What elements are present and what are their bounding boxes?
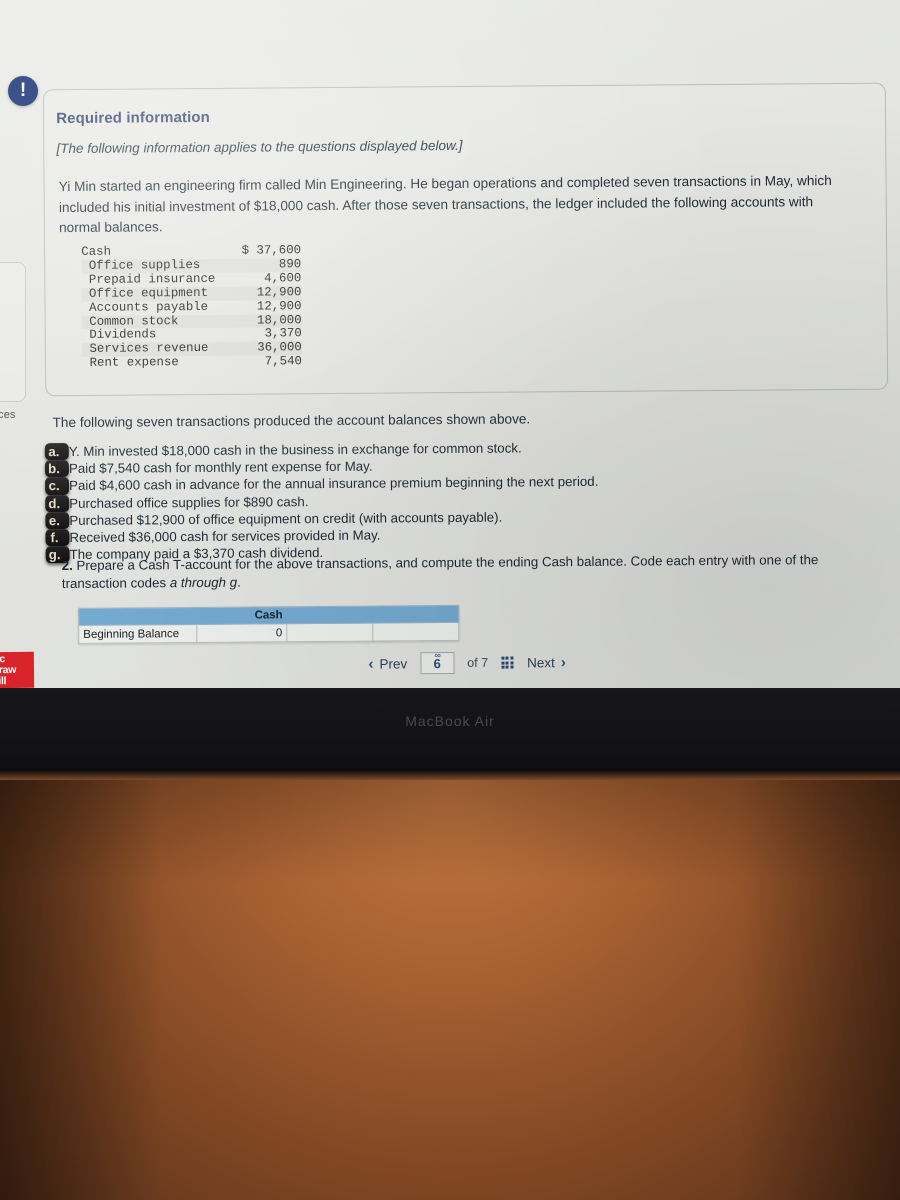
transaction-code: b. (44, 460, 70, 478)
table-row[interactable]: Beginning Balance 0 (78, 622, 459, 644)
cash-row-label[interactable]: Beginning Balance (78, 624, 197, 644)
prev-page-button[interactable]: ‹ Prev (368, 655, 407, 672)
required-info-subtitle: [The following information applies to th… (56, 137, 463, 157)
transaction-text: Received $36,000 cash for services provi… (69, 527, 381, 546)
question-period: . (237, 574, 241, 590)
question-codes: a through g (169, 574, 238, 590)
transaction-text: Y. Min invested $18,000 cash in the busi… (68, 440, 522, 459)
question-2-text: 2. Prepare a Cash T-account for the abov… (62, 551, 822, 592)
grid-view-icon[interactable] (501, 656, 514, 669)
next-page-button[interactable]: Next › (527, 654, 566, 671)
link-icon: ∞ (434, 650, 440, 661)
pagination-bar: ‹ Prev ∞ 6 of 7 Next › (368, 650, 566, 675)
transactions-list: a. Y. Min invested $18,000 cash in the bu… (44, 437, 846, 564)
required-info-body: Yi Min started an engineering firm calle… (58, 172, 832, 236)
transaction-text: Purchased office supplies for $890 cash. (69, 493, 309, 511)
transaction-code: f. (45, 529, 70, 547)
question-number: 2. (61, 557, 73, 574)
cash-row-amount-cell[interactable] (372, 622, 459, 642)
page-title: Required information (56, 108, 210, 128)
next-label: Next (527, 654, 555, 670)
balance-amount: 12,900 (256, 298, 302, 314)
account-balances-block: Cash $ 37,600 Office supplies 890 Prepaid … (81, 243, 303, 371)
laptop-bezel (0, 688, 900, 780)
transaction-text: Purchased $12,900 of office equipment on… (69, 509, 503, 528)
laptop-screen: ces Mc Graw Hill ! Required information [T… (0, 0, 900, 690)
alert-icon: ! (8, 76, 38, 106)
cash-t-account-table[interactable]: Cash Beginning Balance 0 (78, 605, 459, 644)
transaction-code: a. (44, 442, 69, 461)
page-number-input[interactable]: ∞ 6 (420, 650, 455, 675)
laptop-keyboard: ☀F1☀F2▣F3∷F4∴F5∵F6⏪F7⏯F8⏩F9◁F10◁F11 !1@2… (0, 780, 900, 1200)
balance-account-name: Accounts payable (81, 299, 209, 315)
transaction-code: e. (45, 511, 70, 530)
chevron-right-icon: › (560, 653, 566, 671)
balance-account-name: Rent expense (82, 355, 179, 371)
balance-row: Rent expense 7,540 (82, 354, 303, 371)
chevron-left-icon: ‹ (368, 655, 374, 673)
page-total-label: of 7 (467, 655, 489, 670)
laptop-model-label: MacBook Air (405, 713, 495, 729)
transaction-code: c. (45, 477, 70, 495)
account-balances-table: Cash $ 37,600 Office supplies 890 Prepaid … (81, 243, 303, 371)
prev-label: Prev (379, 655, 408, 672)
cash-row-value[interactable]: 0 (196, 623, 287, 643)
cash-row-code-cell[interactable] (286, 623, 373, 642)
transactions-intro: The following seven transactions produce… (52, 411, 531, 431)
transaction-code: d. (45, 494, 70, 512)
balance-amount: 7,540 (264, 354, 303, 369)
